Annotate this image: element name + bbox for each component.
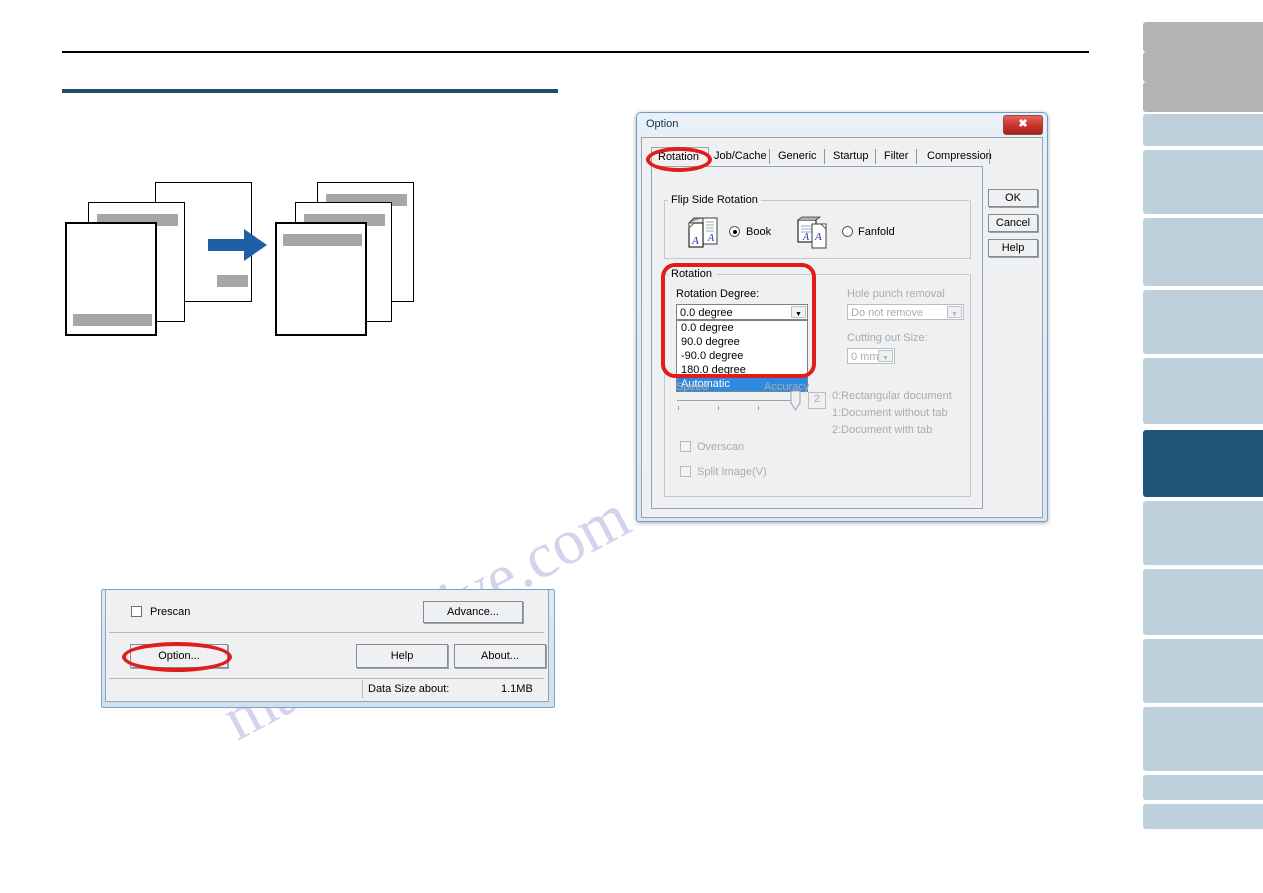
chevron-down-icon[interactable]: ▼ bbox=[878, 350, 893, 362]
tab-separator bbox=[989, 149, 990, 164]
slider-tick bbox=[718, 406, 719, 410]
sidebar-tabs bbox=[1143, 0, 1263, 893]
split-image-label: Split Image(V) bbox=[697, 466, 767, 478]
annotation-oval-option-button bbox=[122, 642, 232, 672]
slider-thumb[interactable] bbox=[790, 390, 802, 412]
overscan-checkbox[interactable] bbox=[680, 441, 691, 452]
sidebar-tab-10[interactable] bbox=[1143, 501, 1263, 565]
svg-text:A: A bbox=[814, 231, 822, 243]
tab-separator bbox=[875, 149, 876, 164]
option-dialog-titlebar: Option ✖ bbox=[637, 113, 1047, 137]
hole-punch-removal-label: Hole punch removal bbox=[847, 288, 945, 300]
slider-legend-0: 0:Rectangular document bbox=[832, 390, 952, 402]
slider-legend-2: 2:Document with tab bbox=[832, 424, 933, 436]
cutting-out-size-label: Cutting out Size: bbox=[847, 332, 928, 344]
tab-compression[interactable]: Compression bbox=[921, 147, 992, 166]
cancel-button[interactable]: Cancel bbox=[988, 214, 1038, 232]
cutting-out-size-select[interactable]: 0 mm ▼ bbox=[847, 348, 895, 364]
doc-text-bar bbox=[73, 314, 152, 326]
svg-text:A: A bbox=[707, 233, 715, 244]
radio-book[interactable] bbox=[729, 226, 740, 237]
sidebar-tab-9-active[interactable] bbox=[1143, 430, 1263, 497]
cutting-out-size-value: 0 mm bbox=[851, 351, 879, 363]
sidebar-tab-1[interactable] bbox=[1143, 22, 1263, 52]
transform-arrow-icon bbox=[208, 229, 267, 261]
sidebar-tab-4[interactable] bbox=[1143, 114, 1263, 146]
sidebar-tab-12[interactable] bbox=[1143, 639, 1263, 703]
sidebar-tab-8[interactable] bbox=[1143, 358, 1263, 424]
slider-track[interactable] bbox=[677, 400, 795, 401]
slider-legend-1: 1:Document without tab bbox=[832, 407, 948, 419]
prescan-label: Prescan bbox=[150, 606, 191, 618]
radio-book-label: Book bbox=[746, 226, 772, 238]
sidebar-tab-2[interactable] bbox=[1143, 52, 1263, 82]
slider-value: 2 bbox=[808, 392, 826, 409]
help-button[interactable]: Help bbox=[356, 644, 448, 668]
about-button[interactable]: About... bbox=[454, 644, 546, 668]
sidebar-tab-13[interactable] bbox=[1143, 707, 1263, 771]
advance-button[interactable]: Advance... bbox=[423, 601, 523, 623]
page-section-rule bbox=[62, 89, 558, 93]
close-icon[interactable]: ✖ bbox=[1003, 115, 1043, 135]
radio-fanfold-label: Fanfold bbox=[858, 226, 895, 238]
svg-text:A: A bbox=[691, 235, 699, 247]
tab-separator bbox=[824, 149, 825, 164]
radio-fanfold[interactable] bbox=[842, 226, 853, 237]
tab-separator bbox=[769, 149, 770, 164]
doc-after-front bbox=[275, 222, 367, 336]
tab-filter[interactable]: Filter bbox=[878, 147, 913, 166]
tab-startup[interactable]: Startup bbox=[827, 147, 876, 166]
overscan-label: Overscan bbox=[697, 441, 745, 453]
sidebar-tab-15[interactable] bbox=[1143, 804, 1263, 829]
doc-before-front bbox=[65, 222, 157, 336]
annotation-rect-rotation-degree bbox=[661, 263, 816, 378]
option-dialog: Option ✖ Rotation Job/Cache Generic Star… bbox=[636, 112, 1048, 522]
accuracy-label: Accuracy bbox=[764, 381, 810, 393]
prescan-checkbox[interactable] bbox=[131, 606, 142, 617]
help-button[interactable]: Help bbox=[988, 239, 1038, 257]
sidebar-tab-7[interactable] bbox=[1143, 290, 1263, 354]
fanfold-flip-icon: A A bbox=[797, 216, 827, 249]
doc-text-bar bbox=[283, 234, 362, 246]
speed-label: Speed bbox=[676, 381, 708, 393]
slider-tick bbox=[758, 406, 759, 410]
tab-separator bbox=[916, 149, 917, 164]
data-size-label: Data Size about: bbox=[368, 683, 450, 695]
page-root: manualshive.com Option ✖ Rotation Job/Ca… bbox=[0, 0, 1263, 893]
sidebar-tab-6[interactable] bbox=[1143, 218, 1263, 286]
tab-job-cache[interactable]: Job/Cache bbox=[708, 147, 771, 166]
option-dialog-title: Option bbox=[646, 118, 679, 130]
flip-side-rotation-label: Flip Side Rotation bbox=[668, 194, 761, 206]
doc-text-bar bbox=[217, 275, 248, 287]
sidebar-tab-11[interactable] bbox=[1143, 569, 1263, 635]
sidebar-tab-3[interactable] bbox=[1143, 82, 1263, 112]
page-header-rule bbox=[62, 51, 1089, 53]
book-flip-icon: A A bbox=[688, 217, 718, 248]
hole-punch-removal-select[interactable]: Do not remove ▼ bbox=[847, 304, 964, 320]
svg-text:A: A bbox=[802, 232, 810, 243]
ok-button[interactable]: OK bbox=[988, 189, 1038, 207]
tab-generic[interactable]: Generic bbox=[772, 147, 825, 166]
hole-punch-removal-value: Do not remove bbox=[851, 307, 924, 319]
annotation-oval-rotation-tab bbox=[646, 147, 712, 172]
chevron-down-icon[interactable]: ▼ bbox=[947, 306, 962, 318]
sidebar-tab-5[interactable] bbox=[1143, 150, 1263, 214]
slider-tick bbox=[678, 406, 679, 410]
rotation-illustration bbox=[60, 170, 414, 355]
sidebar-tab-14[interactable] bbox=[1143, 775, 1263, 800]
split-image-checkbox[interactable] bbox=[680, 466, 691, 477]
data-size-value: 1.1MB bbox=[501, 683, 533, 695]
scan-settings-dialog: Prescan Advance... Option... Help About.… bbox=[101, 589, 555, 708]
